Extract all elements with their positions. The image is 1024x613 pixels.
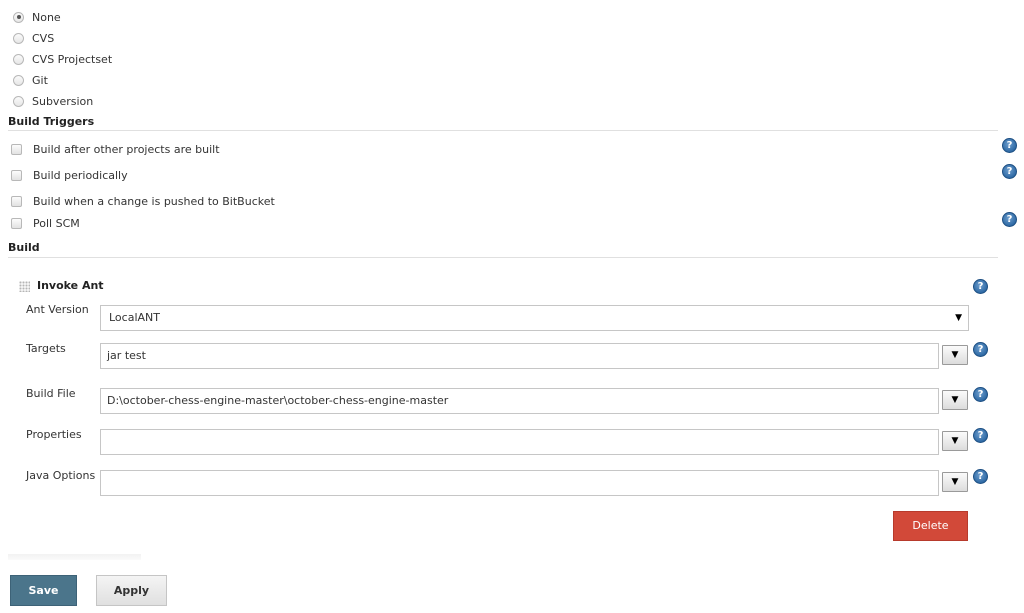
checkbox[interactable] xyxy=(11,195,22,207)
scm-option-git[interactable]: Git xyxy=(13,72,48,88)
trigger-label: Build periodically xyxy=(33,168,128,182)
ant-version-label: Ant Version xyxy=(26,303,89,316)
build-file-input[interactable]: D:\october-chess-engine-master\october-c… xyxy=(100,388,939,414)
section-divider xyxy=(8,130,998,131)
scm-option-label: Subversion xyxy=(32,94,94,108)
java-options-label: Java Options xyxy=(26,469,96,482)
properties-expand-button[interactable]: ▼ xyxy=(942,431,968,451)
scm-option-label: None xyxy=(32,10,61,24)
bottom-bar-shadow xyxy=(8,554,141,560)
trigger-bitbucket-push[interactable]: Build when a change is pushed to BitBuck… xyxy=(11,193,275,209)
targets-input[interactable]: jar test xyxy=(100,343,939,369)
help-icon[interactable]: ? xyxy=(1002,212,1017,227)
help-icon[interactable]: ? xyxy=(1002,138,1017,153)
properties-label: Properties xyxy=(26,428,82,441)
scm-option-subversion[interactable]: Subversion xyxy=(13,93,93,109)
scm-option-label: CVS xyxy=(32,31,55,45)
ant-version-value: LocalANT xyxy=(109,311,160,324)
radio-button[interactable] xyxy=(13,32,24,44)
scm-option-label: Git xyxy=(32,73,48,87)
help-icon[interactable]: ? xyxy=(973,342,988,357)
section-title-build: Build xyxy=(8,241,40,254)
java-options-input[interactable] xyxy=(100,470,939,496)
ant-version-select[interactable]: LocalANT ▼ xyxy=(100,305,969,331)
drag-handle-icon[interactable] xyxy=(19,281,30,292)
targets-label: Targets xyxy=(26,342,66,355)
trigger-build-after-other-projects[interactable]: Build after other projects are built xyxy=(11,141,220,157)
scm-option-label: CVS Projectset xyxy=(32,52,113,66)
build-file-label: Build File xyxy=(26,387,76,400)
checkbox[interactable] xyxy=(11,143,22,155)
trigger-label: Build when a change is pushed to BitBuck… xyxy=(33,194,275,208)
delete-button[interactable]: Delete xyxy=(893,511,968,541)
properties-input[interactable] xyxy=(100,429,939,455)
radio-button[interactable] xyxy=(13,74,24,86)
scm-option-cvs[interactable]: CVS xyxy=(13,30,54,46)
build-file-expand-button[interactable]: ▼ xyxy=(942,390,968,410)
radio-button[interactable] xyxy=(13,53,24,65)
radio-button[interactable] xyxy=(13,95,24,107)
build-step-title: Invoke Ant xyxy=(37,279,104,292)
help-icon[interactable]: ? xyxy=(973,428,988,443)
checkbox[interactable] xyxy=(11,169,22,181)
help-icon[interactable]: ? xyxy=(973,279,988,294)
save-button[interactable]: Save xyxy=(10,575,77,606)
section-divider xyxy=(8,257,998,258)
trigger-build-periodically[interactable]: Build periodically xyxy=(11,167,128,183)
help-icon[interactable]: ? xyxy=(973,387,988,402)
chevron-down-icon: ▼ xyxy=(955,313,962,323)
scm-option-cvs-projectset[interactable]: CVS Projectset xyxy=(13,51,112,67)
trigger-label: Build after other projects are built xyxy=(33,142,220,156)
java-options-expand-button[interactable]: ▼ xyxy=(942,472,968,492)
radio-button[interactable] xyxy=(13,11,24,23)
scm-option-none[interactable]: None xyxy=(13,9,61,25)
trigger-label: Poll SCM xyxy=(33,216,80,230)
apply-button[interactable]: Apply xyxy=(96,575,167,606)
checkbox[interactable] xyxy=(11,217,22,229)
trigger-poll-scm[interactable]: Poll SCM xyxy=(11,215,80,231)
targets-expand-button[interactable]: ▼ xyxy=(942,345,968,365)
help-icon[interactable]: ? xyxy=(1002,164,1017,179)
section-title-build-triggers: Build Triggers xyxy=(8,115,95,128)
help-icon[interactable]: ? xyxy=(973,469,988,484)
